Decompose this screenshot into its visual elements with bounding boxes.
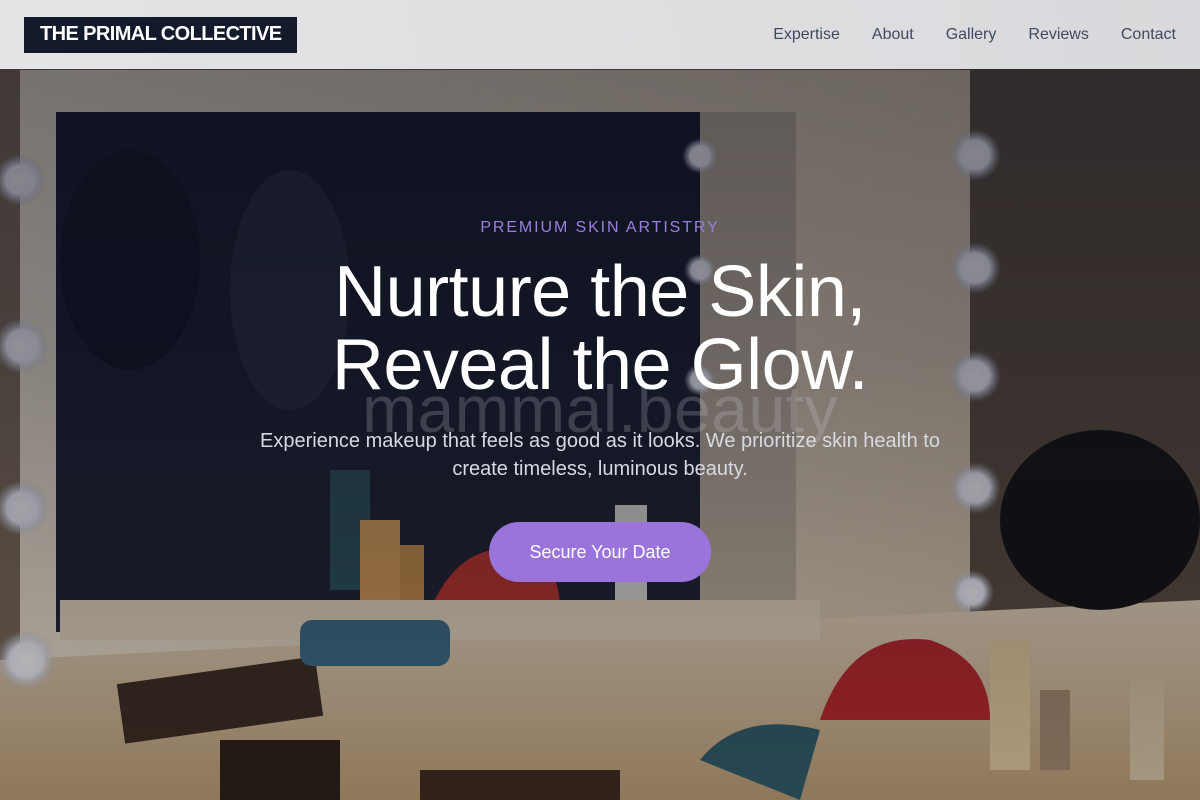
nav-link-reviews[interactable]: Reviews [1028, 26, 1088, 44]
site-header: THE PRIMAL COLLECTIVE Expertise About Ga… [0, 0, 1200, 69]
hero-eyebrow: PREMIUM SKIN ARTISTRY [480, 219, 720, 236]
nav-link-gallery[interactable]: Gallery [946, 26, 997, 44]
brand-logo[interactable]: THE PRIMAL COLLECTIVE [24, 16, 298, 53]
nav-link-about[interactable]: About [872, 26, 914, 44]
hero-headline: Nurture the Skin, Reveal the Glow. [0, 256, 1200, 402]
secure-your-date-button[interactable]: Secure Your Date [489, 522, 711, 582]
hero-subtitle: Experience makeup that feels as good as … [260, 430, 940, 480]
nav-link-contact[interactable]: Contact [1121, 26, 1176, 44]
nav-link-expertise[interactable]: Expertise [773, 26, 840, 44]
hero-headline-line2: Reveal the Glow. [331, 325, 869, 405]
main-nav: Expertise About Gallery Reviews Contact [773, 26, 1176, 44]
hero-headline-line1: Nurture the Skin, [334, 252, 866, 332]
hero-section: PREMIUM SKIN ARTISTRY mammal.beauty Nurt… [0, 0, 1200, 800]
